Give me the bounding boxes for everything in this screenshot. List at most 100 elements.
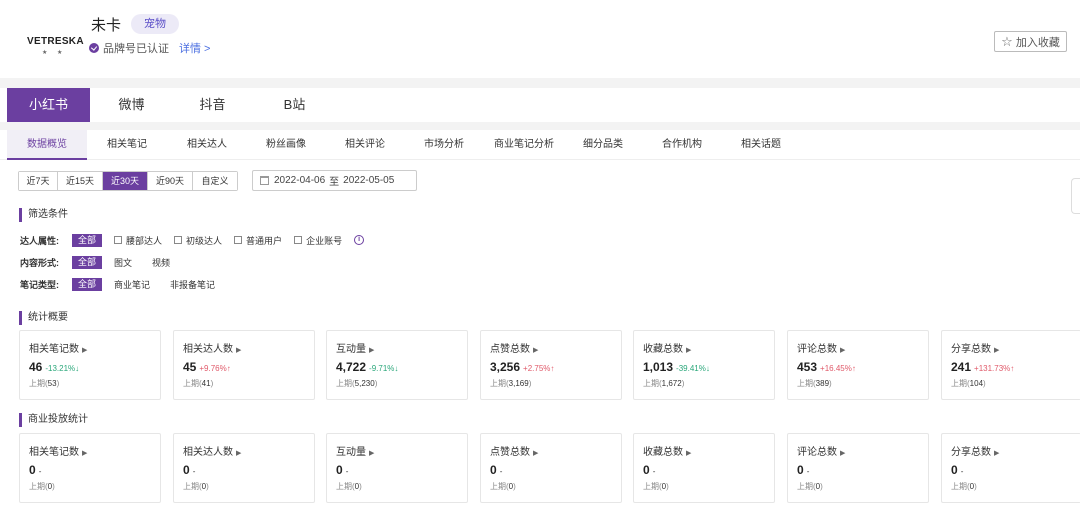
metric-card[interactable]: 相关达人数 ▶ 45 +9.76%↑ 上期(41)	[173, 330, 315, 400]
tab-douyin[interactable]: 抖音	[171, 88, 254, 122]
metric-previous: 上期(5,230)	[336, 379, 378, 388]
metric-change: -9.71%↓	[369, 364, 399, 373]
tab-bilibili[interactable]: B站	[253, 88, 336, 122]
add-favorite-button[interactable]: ☆ 加入收藏	[994, 31, 1067, 52]
caret-right-icon: ▶	[236, 450, 242, 457]
metric-card[interactable]: 互动量 ▶ 0- 上期(0)	[326, 433, 468, 503]
metric-card[interactable]: 收藏总数 ▶ 1,013 -39.41%↓ 上期(1,672)	[633, 330, 775, 400]
filter-label: 笔记类型:	[20, 279, 59, 290]
range-90d-button[interactable]: 近90天	[148, 172, 193, 190]
verified-icon	[89, 43, 99, 53]
filter-all-chip[interactable]: 全部	[72, 277, 103, 291]
filter-label: 内容形式:	[20, 257, 59, 268]
checkbox-label: 普通用户	[246, 235, 283, 246]
tab-fan-profile[interactable]: 粉丝画像	[246, 130, 326, 160]
metric-card[interactable]: 相关笔记数 ▶ 46 -13.21%↓ 上期(53)	[19, 330, 161, 400]
tab-related-topics[interactable]: 相关话题	[721, 130, 801, 160]
metric-value: 0-	[951, 463, 964, 477]
metric-card[interactable]: 互动量 ▶ 4,722 -9.71%↓ 上期(5,230)	[326, 330, 468, 400]
metric-card[interactable]: 收藏总数 ▶ 0- 上期(0)	[633, 433, 775, 503]
tab-commercial-analysis[interactable]: 商业笔记分析	[484, 130, 564, 160]
filter-label: 达人属性:	[20, 235, 59, 246]
detail-link[interactable]: 详情 >	[179, 40, 210, 56]
verified-row: 品牌号已认证 详情 >	[89, 40, 210, 56]
metric-card[interactable]: 分享总数 ▶ 241 +131.73%↑ 上期(104)	[941, 330, 1080, 400]
tab-subcategories[interactable]: 细分品类	[563, 130, 643, 160]
metric-previous: 上期(3,169)	[490, 379, 532, 388]
metric-previous: 上期(0)	[183, 482, 209, 491]
checkbox-junior[interactable]: 初级达人	[174, 234, 222, 247]
metric-value: 45 +9.76%↑	[183, 360, 231, 374]
metric-card[interactable]: 点赞总数 ▶ 0- 上期(0)	[480, 433, 622, 503]
metric-card[interactable]: 评论总数 ▶ 0- 上期(0)	[787, 433, 929, 503]
metric-change: -	[499, 467, 503, 476]
checkbox-enterprise[interactable]: 企业账号	[294, 234, 342, 247]
filter-option-image-text[interactable]: 图文	[114, 256, 132, 269]
metric-label: 相关达人数 ▶	[183, 344, 242, 355]
info-icon[interactable]: i	[354, 235, 365, 245]
metric-previous: 上期(0)	[951, 482, 977, 491]
metric-card[interactable]: 相关达人数 ▶ 0- 上期(0)	[173, 433, 315, 503]
tab-xiaohongshu[interactable]: 小红书	[7, 88, 90, 122]
checkbox-label: 腰部达人	[126, 235, 163, 246]
metric-card[interactable]: 评论总数 ▶ 453 +16.45%↑ 上期(389)	[787, 330, 929, 400]
range-15d-button[interactable]: 近15天	[58, 172, 103, 190]
checkbox-box	[294, 236, 303, 244]
metric-change: -	[192, 467, 196, 476]
metric-card[interactable]: 分享总数 ▶ 0- 上期(0)	[941, 433, 1080, 503]
tab-weibo[interactable]: 微博	[90, 88, 173, 122]
metric-value: 0-	[29, 463, 42, 477]
metric-previous: 上期(0)	[797, 482, 823, 491]
caret-right-icon: ▶	[369, 450, 375, 457]
metric-value: 3,256 +2.75%↑	[490, 360, 555, 374]
filter-all-chip[interactable]: 全部	[72, 255, 103, 269]
checkbox-label: 企业账号	[306, 235, 343, 246]
brand-logo-stars: ★ ★	[42, 50, 67, 56]
filter-option-commercial[interactable]: 商业笔记	[114, 278, 150, 291]
metric-change: -	[38, 467, 42, 476]
tab-related-creators[interactable]: 相关达人	[167, 130, 247, 160]
metric-label: 评论总数 ▶	[797, 344, 846, 355]
range-30d-button[interactable]: 近30天	[103, 172, 148, 190]
tab-related-notes[interactable]: 相关笔记	[87, 130, 167, 160]
checkbox-mid-tier[interactable]: 腰部达人	[114, 234, 162, 247]
caret-right-icon: ▶	[236, 347, 242, 354]
metric-change: +9.76%↑	[199, 364, 231, 373]
side-panel-handle[interactable]	[1071, 178, 1080, 214]
metric-card[interactable]: 相关笔记数 ▶ 0- 上期(0)	[19, 433, 161, 503]
filter-row-content: 内容形式: 全部 图文 视频	[20, 255, 190, 269]
filter-option-video[interactable]: 视频	[152, 256, 170, 269]
divider	[0, 122, 1080, 130]
commercial-section-title: 商业投放统计	[19, 413, 88, 427]
verified-text: 品牌号已认证	[103, 43, 169, 55]
metric-value: 0-	[336, 463, 349, 477]
range-custom-button[interactable]: 自定义	[193, 172, 237, 190]
caret-right-icon: ▶	[369, 347, 375, 354]
filter-option-unreported[interactable]: 非报备笔记	[170, 278, 215, 291]
metric-change: +2.75%↑	[523, 364, 555, 373]
tab-related-comments[interactable]: 相关评论	[325, 130, 405, 160]
metric-label: 点赞总数 ▶	[490, 447, 539, 458]
metric-card[interactable]: 点赞总数 ▶ 3,256 +2.75%↑ 上期(3,169)	[480, 330, 622, 400]
range-7d-button[interactable]: 近7天	[19, 172, 58, 190]
checkbox-box	[174, 236, 183, 244]
metric-label: 分享总数 ▶	[951, 447, 1000, 458]
metric-label: 收藏总数 ▶	[643, 447, 692, 458]
caret-right-icon: ▶	[994, 450, 1000, 457]
filter-all-chip[interactable]: 全部	[72, 233, 103, 247]
brand-logo: VETRESKA	[27, 36, 84, 47]
tab-agencies[interactable]: 合作机构	[642, 130, 722, 160]
tab-market-analysis[interactable]: 市场分析	[404, 130, 484, 160]
date-range-picker[interactable]: 2022-04-06 至 2022-05-05	[252, 170, 417, 191]
metric-change: +131.73%↑	[974, 364, 1015, 373]
platform-tabs: 小红书 微博 抖音 B站	[0, 88, 1080, 122]
metric-change: -	[345, 467, 349, 476]
sub-tabs: 数据概览 相关笔记 相关达人 粉丝画像 相关评论 市场分析 商业笔记分析 细分品…	[0, 130, 1080, 160]
caret-right-icon: ▶	[82, 347, 88, 354]
checkbox-regular-user[interactable]: 普通用户	[234, 234, 282, 247]
tab-overview[interactable]: 数据概览	[7, 130, 87, 160]
metric-previous: 上期(41)	[183, 379, 214, 388]
metric-previous: 上期(0)	[643, 482, 669, 491]
metric-label: 收藏总数 ▶	[643, 344, 692, 355]
stats-section-title: 统计概要	[19, 311, 68, 325]
